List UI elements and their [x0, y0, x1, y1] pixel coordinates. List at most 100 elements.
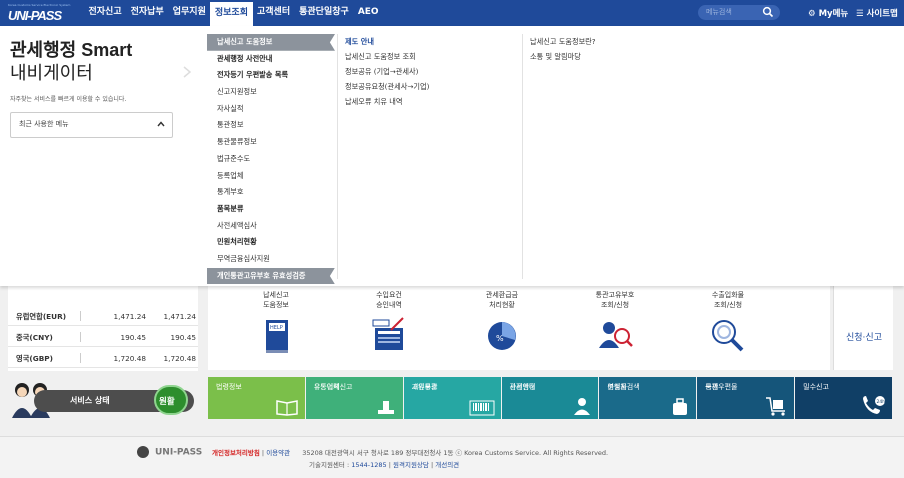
smart-navigator: 관세행정 Smart 내비게이터 자주찾는 서비스를 빠르게 이용할 수 있습니… [0, 26, 188, 286]
rate-value: 190.45 [120, 333, 146, 342]
terms-link[interactable]: 이용약관 [266, 449, 290, 457]
submenu-item[interactable]: 통관정보 [207, 117, 335, 134]
currency-name: 유럽연합(EUR) [16, 312, 67, 321]
quick-service-label: 통관고유부호 조회/신청 [595, 291, 635, 309]
submenu-detail-item[interactable]: 납세신고 도움정보 조회 [345, 49, 429, 64]
submenu-item[interactable]: 등록업체 [207, 168, 335, 185]
sitemap-button[interactable]: ☰ 사이트맵 [856, 7, 898, 19]
shortcut-tiles: 법령정보 유통업체 유통이력신고 개인통관 고유부호 관세행정 사전안내 여행자 분실물검색 국제… [208, 377, 893, 419]
shortcut-tile[interactable]: 국제우편물 통관 [697, 377, 795, 419]
submenu-detail-item[interactable]: 정보공유 (기업→관세사) [345, 64, 429, 79]
nav-item[interactable]: AEO [353, 0, 383, 26]
nav-item[interactable]: 전자납부 [126, 0, 168, 26]
column-divider [522, 34, 523, 279]
search-icon[interactable] [762, 6, 774, 18]
nav-item[interactable]: 업무지원 [168, 0, 210, 26]
submenu-item[interactable]: 관세행정 사전안내 [207, 51, 335, 68]
footer-support: 기술지원센터 : 1544-1285 | 원격지원상담 | 개선의견 [309, 459, 459, 469]
nav-item[interactable]: 통관단일창구 [295, 0, 354, 26]
recent-menu-dropdown[interactable]: 최근 사용한 메뉴 [10, 112, 173, 138]
shortcut-tile[interactable]: 여행자 분실물검색 [599, 377, 697, 419]
submenu-item[interactable]: 품목분류 [207, 201, 335, 218]
submenu-detail-item[interactable]: 납세오류 치유 내역 [345, 94, 429, 109]
submenu-item[interactable]: 납세신고 도움정보 [207, 34, 335, 51]
submenu-item[interactable]: 무역금융심사지원 [207, 251, 335, 268]
cargo-search-icon [712, 320, 744, 352]
navigator-description: 자주찾는 서비스를 빠르게 이용할 수 있습니다. [10, 96, 127, 103]
quick-services: 납세신고 도움정보 HELP 수입요건 승인내역 관세환급금 처리현황% 통관고유부호 조회/신… [208, 286, 830, 370]
top-navigation-bar: Korea Customs Service Electronic System … [0, 0, 904, 26]
logo-text: UNI-PASS [8, 8, 62, 23]
logo-subtitle: Korea Customs Service Electronic System [8, 3, 71, 7]
quick-service-item[interactable]: 수입요건 승인내역 [339, 286, 439, 370]
row-divider [80, 311, 81, 321]
submenu-info-item[interactable]: 소통 및 알림마당 [530, 49, 596, 64]
submenu-item[interactable]: 전자등기 우편발송 목록 [207, 67, 335, 84]
svg-text:24h: 24h [877, 399, 886, 405]
mymenu-label: My메뉴 [818, 9, 849, 19]
shortcut-tile[interactable]: 관세행정 사전안내 [501, 377, 599, 419]
24h-phone-icon: 24h [863, 396, 886, 414]
submenu-item[interactable]: 통계부호 [207, 184, 335, 201]
quick-service-label: 수출입화물 조회/신청 [711, 291, 745, 309]
global-nav: 전자신고 전자납부 업무지원 정보조회 고객센터 통관단일창구 AEO [84, 0, 383, 26]
gear-icon: ⚙ [808, 9, 816, 19]
column-divider [337, 34, 338, 279]
shortcut-tile[interactable]: 법령정보 [208, 377, 305, 419]
privacy-policy-link[interactable]: 개인정보처리방침 [212, 449, 260, 457]
submenu-item[interactable]: 법규준수도 [207, 151, 335, 168]
hamburger-icon: ☰ [856, 9, 864, 19]
shortcut-tile[interactable]: 밀수신고 24h [795, 377, 893, 419]
service-status-value: 원활 [159, 397, 175, 407]
rate-value: 190.45 [170, 333, 196, 342]
submenu-item[interactable]: 민원처리현황 [207, 234, 335, 251]
book-icon [276, 400, 298, 416]
currency-name: 영국(GBP) [16, 354, 53, 363]
quick-service-item[interactable]: 수출입화물 조회/신청 [678, 286, 778, 370]
shortcut-tile[interactable]: 개인통관 고유부호 [403, 377, 501, 419]
menu-search-input[interactable]: 메뉴검색 [698, 5, 780, 20]
recent-menu-label: 최근 사용한 메뉴 [19, 120, 69, 128]
quick-service-item[interactable]: 관세환급금 처리현황% [452, 286, 552, 370]
footer-address: 35208 대전광역시 서구 청사로 189 정부대전청사 1동 ⓒ Korea… [302, 449, 609, 457]
nav-item[interactable]: 정보조회 [210, 0, 253, 26]
submenu-column: 납세신고 도움정보 관세행정 사전안내 전자등기 우편발송 목록 신고지원정보 자사실적… [207, 34, 335, 285]
mymenu-button[interactable]: ⚙ My메뉴 [808, 7, 848, 19]
improvement-link[interactable]: 개선의견 [435, 461, 459, 469]
rate-value: 1,720.48 [163, 354, 197, 363]
refund-chart-icon: % [488, 322, 516, 350]
submenu-item[interactable]: 자사실적 [207, 101, 335, 118]
quick-service-label: 관세환급금 처리현황 [485, 291, 519, 309]
exchange-rate-row: 중국(CNY) 190.45 190.45 [8, 327, 198, 347]
row-divider [80, 353, 81, 363]
submenu-detail-item[interactable]: 정보공유요청(관세사→기업) [345, 79, 429, 94]
unipass-logo[interactable]: Korea Customs Service Electronic System … [8, 3, 70, 23]
submenu-item[interactable]: 개인통관고유부호 유효성검증 [207, 267, 335, 285]
quick-service-item[interactable]: 통관고유부호 조회/신청 [565, 286, 665, 370]
book-help-icon: HELP [266, 320, 288, 353]
submenu-detail-column: 제도 안내 납세신고 도움정보 조회 정보공유 (기업→관세사) 정보공유요청(관세사… [345, 34, 429, 109]
submenu-item[interactable]: 통관물류정보 [207, 134, 335, 151]
quick-service-item[interactable]: 납세신고 도움정보 HELP [226, 286, 326, 370]
quick-service-label: 수입요건 승인내역 [376, 291, 402, 309]
footer-logo: UNI-PASS [137, 446, 202, 458]
remote-support-link[interactable]: 원격지원상담 [393, 461, 429, 469]
rate-value: 1,471.24 [113, 312, 147, 321]
submenu-detail-item[interactable]: 제도 안내 [345, 34, 429, 49]
navigator-subtitle: 내비게이터 [10, 63, 93, 83]
apply-report-link[interactable]: 신청·신고 [833, 286, 893, 370]
nav-item[interactable]: 고객센터 [253, 0, 295, 26]
shortcut-tile[interactable]: 유통업체 유통이력신고 [305, 377, 403, 419]
footer: UNI-PASS 개인정보처리방침 | 이용약관 35208 대전광역시 서구 … [0, 436, 904, 478]
submenu-item[interactable]: 신고지원정보 [207, 84, 335, 101]
nav-item[interactable]: 전자신고 [84, 0, 126, 26]
korea-emblem-icon [137, 446, 149, 458]
chevron-right-icon [183, 66, 192, 78]
footer-brand: UNI-PASS [155, 447, 203, 458]
submenu-item[interactable]: 사전세액심사 [207, 218, 335, 235]
footer-links: 개인정보처리방침 | 이용약관 35208 대전광역시 서구 청사로 189 정… [212, 447, 608, 457]
quick-service-label: 납세신고 도움정보 [263, 291, 289, 309]
parcel-cart-icon [766, 397, 786, 416]
service-status-badge: 원활 [154, 385, 188, 415]
submenu-info-item[interactable]: 납세신고 도움정보란? [530, 34, 596, 49]
